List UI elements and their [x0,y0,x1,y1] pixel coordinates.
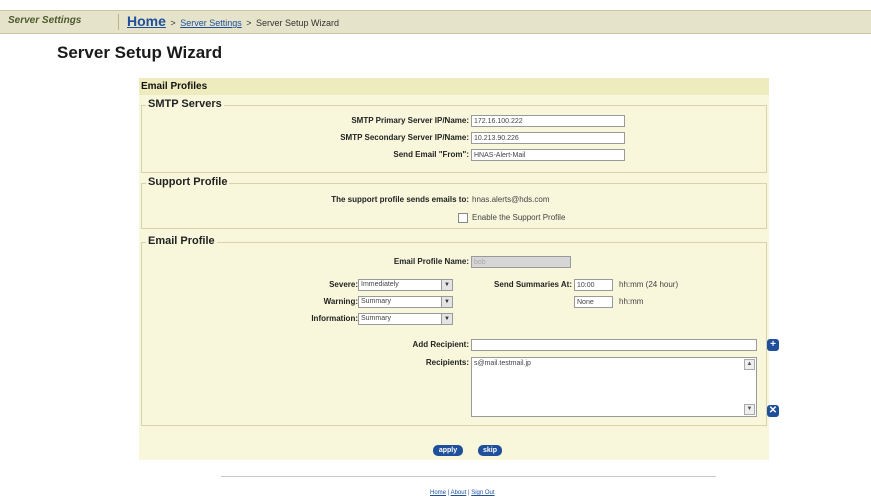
severe-select-value: Immediately [361,281,399,288]
summary-time-1-input[interactable]: 10:00 [574,279,613,291]
apply-button[interactable]: apply [433,445,463,456]
breadcrumb-current: Server Setup Wizard [256,18,340,28]
smtp-servers-group: SMTP Servers SMTP Primary Server IP/Name… [141,98,767,173]
page-title: Server Setup Wizard [57,43,223,62]
add-recipient-input[interactable] [471,339,757,351]
scroll-up-icon[interactable]: ▲ [744,359,755,370]
footer-separator: | [447,490,450,496]
warning-label: Warning: [323,297,358,306]
enable-support-label: Enable the Support Profile [472,213,566,222]
footer-home-link[interactable]: Home [430,490,446,496]
recipients-list[interactable]: s@mail.testmail.jp ▲ ▼ [471,357,757,417]
breadcrumb: Home > Server Settings > Server Setup Wi… [127,13,339,29]
information-label: Information: [311,314,358,323]
information-select[interactable]: Summary ▼ [358,313,453,325]
chevron-down-icon: ▼ [441,297,452,307]
support-profile-group: Support Profile The support profile send… [141,176,767,229]
panel-title: Email Profiles [139,78,769,95]
send-from-label: Send Email "From": [393,150,469,159]
severe-label: Severe: [329,280,358,289]
warning-select[interactable]: Summary ▼ [358,296,453,308]
summary-time-2-hint: hh:mm [619,297,644,306]
smtp-primary-label: SMTP Primary Server IP/Name: [351,116,469,125]
topbar-divider [118,14,119,30]
smtp-primary-input[interactable]: 172.16.100.222 [471,115,625,127]
profile-name-input[interactable]: bob [471,256,571,268]
remove-recipient-close-icon[interactable]: ✕ [767,405,779,417]
footer-about-link[interactable]: About [451,490,467,496]
skip-button[interactable]: skip [478,445,502,456]
top-bar: Server Settings Home > Server Settings >… [0,10,871,34]
support-sends-label: The support profile sends emails to: [331,195,469,204]
summary-time-2-input[interactable]: None [574,296,613,308]
scroll-down-icon[interactable]: ▼ [744,404,755,415]
recipient-item[interactable]: s@mail.testmail.jp [474,360,754,367]
email-profiles-panel: Email Profiles SMTP Servers SMTP Primary… [139,78,779,460]
enable-support-checkbox[interactable] [458,213,468,223]
smtp-secondary-input[interactable]: 10.213.90.226 [471,132,625,144]
profile-name-label: Email Profile Name: [393,257,469,266]
send-from-input[interactable]: HNAS-Alert-Mail [471,149,625,161]
footer-divider [221,476,716,477]
warning-select-value: Summary [361,298,391,305]
breadcrumb-separator: > [170,18,176,28]
email-profile-legend: Email Profile [146,235,217,247]
recipients-label: Recipients: [425,358,469,367]
severe-select[interactable]: Immediately ▼ [358,279,453,291]
section-title: Server Settings [8,15,82,26]
support-sends-value: hnas.alerts@hds.com [472,195,550,204]
add-recipient-label: Add Recipient: [412,340,469,349]
chevron-down-icon: ▼ [441,280,452,290]
smtp-servers-legend: SMTP Servers [146,98,224,110]
smtp-secondary-label: SMTP Secondary Server IP/Name: [340,133,469,142]
breadcrumb-home-link[interactable]: Home [127,13,166,29]
email-profile-group: Email Profile Email Profile Name: bob Se… [141,235,779,426]
footer-sign-out-link[interactable]: Sign Out [471,490,494,496]
breadcrumb-separator: > [246,18,252,28]
footer-links: Home | About | Sign Out [430,490,495,496]
support-profile-legend: Support Profile [146,176,230,188]
chevron-down-icon: ▼ [441,314,452,324]
breadcrumb-server-settings-link[interactable]: Server Settings [180,18,242,28]
add-recipient-plus-icon[interactable]: + [767,339,779,351]
send-summaries-label: Send Summaries At: [494,280,572,289]
information-select-value: Summary [361,315,391,322]
summary-time-1-hint: hh:mm (24 hour) [619,280,679,289]
footer-separator: | [467,490,470,496]
